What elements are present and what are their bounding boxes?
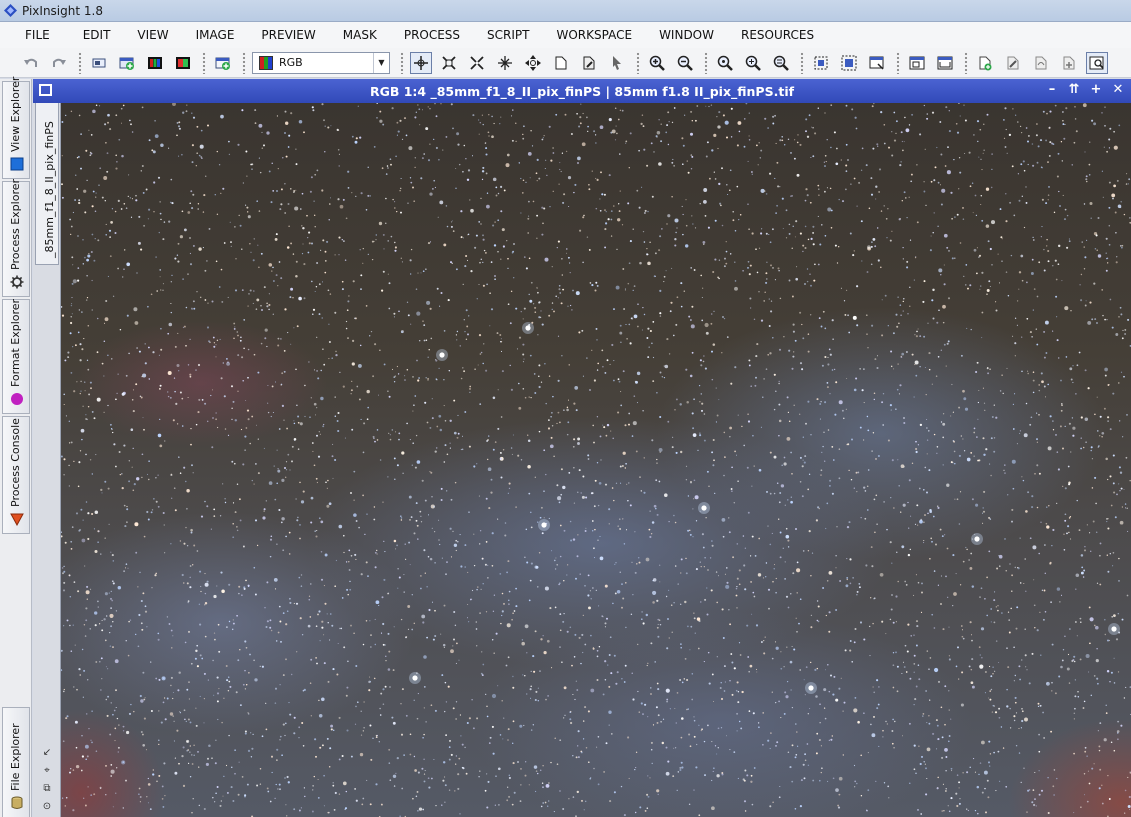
menu-process[interactable]: PROCESS [388, 28, 471, 42]
search-window-icon[interactable] [1086, 51, 1108, 74]
page-icon[interactable] [550, 52, 572, 74]
view-selector-value: RGB [279, 56, 303, 69]
app-title: PixInsight 1.8 [22, 3, 103, 18]
zoom-2-icon[interactable] [742, 52, 764, 74]
zoom-3-icon[interactable] [770, 52, 792, 74]
toolbar-separator [202, 51, 206, 74]
tab-process-console-label: Process Console [9, 418, 22, 507]
rgb-channels-icon[interactable] [144, 52, 166, 74]
explorer-sidebar: View Explorer Process Explorer Format Ex… [0, 77, 32, 817]
toolbar-separator [78, 51, 82, 74]
zoom-fit-icon[interactable] [438, 52, 460, 74]
menu-edit[interactable]: EDIT [61, 28, 122, 42]
tab-format-explorer-label: Format Explorer [9, 298, 22, 387]
reset-icon[interactable] [1030, 52, 1052, 74]
move-icon[interactable] [522, 52, 544, 74]
undo-icon[interactable] [20, 52, 42, 74]
image-canvas[interactable] [61, 103, 1131, 817]
tab-view-explorer[interactable]: View Explorer [2, 77, 30, 179]
menu-window[interactable]: WINDOW [643, 28, 725, 42]
toolbar-separator [636, 51, 640, 74]
toolbar-separator [400, 51, 404, 74]
tab-file-explorer-label: File Explorer [9, 723, 22, 791]
tab-process-explorer-label: Process Explorer [9, 178, 22, 270]
shade-icon[interactable]: ⇈ [1067, 82, 1081, 97]
mask-tab-icon[interactable]: ⌖ [41, 765, 53, 777]
menu-script[interactable]: SCRIPT [471, 28, 540, 42]
view-selector[interactable]: RGB ▼ [252, 51, 390, 74]
redo-icon[interactable] [48, 52, 70, 74]
new-image-icon[interactable] [88, 52, 110, 74]
rgb-swatch-icon [259, 55, 273, 70]
menu-image[interactable]: IMAGE [180, 28, 246, 42]
new-preview-icon[interactable] [212, 52, 234, 74]
file-explorer-icon [11, 796, 23, 809]
menu-file[interactable]: FILE [14, 28, 61, 42]
contract-icon[interactable] [466, 52, 488, 74]
select-icon[interactable] [810, 52, 832, 74]
preview-tab-icon[interactable]: ↙ [41, 747, 53, 759]
fullscreen-icon[interactable] [934, 52, 956, 74]
edit-instance-icon[interactable] [1002, 52, 1024, 74]
tab-process-console[interactable]: Process Console [2, 416, 30, 534]
window-controls: – ⇈ + ✕ [1045, 82, 1125, 97]
menu-mask[interactable]: MASK [327, 28, 388, 42]
app-title-bar: PixInsight 1.8 [0, 0, 1131, 22]
maximize-icon[interactable]: + [1089, 82, 1103, 97]
expand-icon[interactable] [494, 52, 516, 74]
target-tab-icon[interactable]: ⊙ [41, 801, 53, 813]
zoom-1-icon[interactable] [714, 52, 736, 74]
close-icon[interactable]: ✕ [1111, 82, 1125, 97]
select-multi-icon[interactable] [838, 52, 860, 74]
chevron-down-icon[interactable]: ▼ [373, 52, 389, 73]
new-image-window-icon[interactable] [116, 52, 138, 74]
pointer-icon[interactable] [606, 52, 628, 74]
fit-window-icon[interactable] [906, 52, 928, 74]
zoom-out-icon[interactable] [674, 52, 696, 74]
image-window-title-bar[interactable]: RGB 1:4 _85mm_f1_8_II_pix_finPS | 85mm f… [33, 79, 1131, 103]
menu-preview[interactable]: PREVIEW [245, 28, 326, 42]
pan-mode-icon[interactable] [410, 51, 432, 74]
add-icon[interactable] [1058, 52, 1080, 74]
menu-workspace[interactable]: WORKSPACE [541, 28, 644, 42]
toolbar-separator [964, 51, 968, 74]
zoom-in-icon[interactable] [646, 52, 668, 74]
crop-icon[interactable] [866, 52, 888, 74]
format-explorer-icon [11, 393, 23, 405]
menu-resources[interactable]: RESOURCES [725, 28, 825, 42]
image-window[interactable]: RGB 1:4 _85mm_f1_8_II_pix_finPS | 85mm f… [33, 79, 1131, 817]
view-tab-label: _85mm_f1_8_II_pix_finPS [43, 121, 56, 258]
page-edit-icon[interactable] [578, 52, 600, 74]
toolbar-separator [242, 51, 246, 74]
view-explorer-icon [10, 157, 24, 171]
menu-view[interactable]: VIEW [121, 28, 179, 42]
process-console-icon [10, 513, 24, 526]
pixinsight-app: PixInsight 1.8 FILE EDIT VIEW IMAGE PREV… [0, 0, 1131, 817]
main-toolbar: RGB ▼ [0, 48, 1131, 78]
window-maximize-icon[interactable] [39, 84, 52, 96]
tab-view-explorer-label: View Explorer [9, 76, 22, 152]
menu-bar: FILE EDIT VIEW IMAGE PREVIEW MASK PROCES… [0, 22, 1131, 48]
new-instance-icon[interactable] [974, 52, 996, 74]
toolbar-separator [896, 51, 900, 74]
toolbar-separator [800, 51, 804, 74]
toolbar-separator [704, 51, 708, 74]
image-view-tabs: _85mm_f1_8_II_pix_finPS ↙ ⌖ ⧉ ⊙ [33, 103, 61, 817]
tab-file-explorer[interactable]: File Explorer [2, 707, 30, 817]
view-tab-main[interactable]: _85mm_f1_8_II_pix_finPS [35, 103, 59, 265]
lock-tab-icon[interactable]: ⧉ [41, 783, 53, 795]
app-logo-icon [4, 4, 17, 17]
tab-process-explorer[interactable]: Process Explorer [2, 178, 30, 297]
channel-toggle-icon[interactable] [172, 52, 194, 74]
star-field-image [61, 103, 1131, 817]
gear-icon [10, 275, 24, 289]
minimize-icon[interactable]: – [1045, 82, 1059, 97]
tab-format-explorer[interactable]: Format Explorer [2, 299, 30, 414]
image-window-title: RGB 1:4 _85mm_f1_8_II_pix_finPS | 85mm f… [369, 83, 795, 99]
